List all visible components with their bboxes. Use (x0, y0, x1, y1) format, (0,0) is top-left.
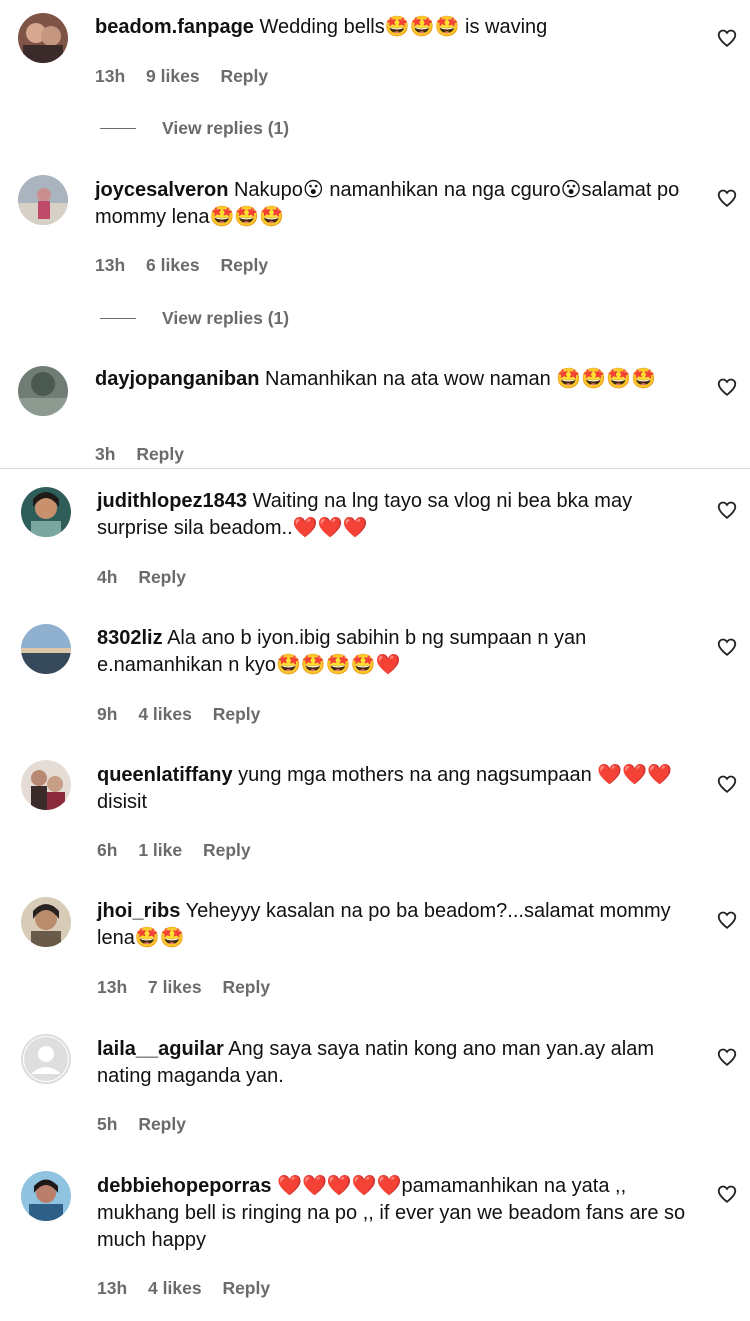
view-replies-line (100, 318, 136, 319)
comment-time: 4h (97, 567, 118, 587)
comment-meta: 9h 4 likes Reply (97, 704, 276, 725)
comment-meta: 13h 6 likes Reply (95, 255, 284, 276)
avatar[interactable] (18, 175, 68, 225)
comment-likes[interactable]: 4 likes (138, 704, 192, 724)
comment-username[interactable]: laila__aguilar (97, 1038, 224, 1060)
comment-text: 8302liz Ala ano b iyon.ibig sabihin b ng… (97, 625, 697, 679)
comment-text: dayjopanganiban Namanhikan na ata wow na… (95, 366, 695, 393)
person-silhouette-icon (21, 1034, 71, 1084)
heart-outline-icon[interactable] (716, 27, 738, 49)
comment-likes[interactable]: 4 likes (148, 1278, 202, 1298)
comment-meta: 3h Reply (95, 444, 200, 465)
avatar[interactable] (18, 366, 68, 416)
avatar[interactable] (21, 1034, 71, 1084)
view-replies-button[interactable]: View replies (1) (100, 308, 289, 329)
reply-button[interactable]: Reply (203, 840, 251, 860)
avatar[interactable] (21, 624, 71, 674)
heart-outline-icon[interactable] (716, 1046, 738, 1068)
comment-time: 3h (95, 444, 116, 464)
comment-body: Ala ano b iyon.ibig sabihin b ng sumpaan… (97, 627, 587, 676)
comment-time: 13h (95, 255, 126, 275)
avatar[interactable] (21, 1171, 71, 1221)
comment-text: jhoi_ribs Yeheyyy kasalan na po ba beado… (97, 898, 697, 952)
comment-meta: 13h 4 likes Reply (97, 1278, 286, 1299)
reply-button[interactable]: Reply (222, 977, 270, 997)
comment-username[interactable]: judithlopez1843 (97, 490, 247, 512)
avatar[interactable] (18, 13, 68, 63)
heart-outline-icon[interactable] (716, 909, 738, 931)
heart-outline-icon[interactable] (716, 1183, 738, 1205)
comment-username[interactable]: beadom.fanpage (95, 16, 254, 38)
heart-outline-icon[interactable] (716, 499, 738, 521)
reply-button[interactable]: Reply (138, 1114, 186, 1134)
comment-text: beadom.fanpage Wedding bells🤩🤩🤩 is wavin… (95, 14, 695, 41)
comment-meta: 4h Reply (97, 567, 202, 588)
comment-meta: 13h 7 likes Reply (97, 977, 286, 998)
view-replies-label: View replies (1) (162, 118, 290, 138)
comment-text: joycesalveron Nakupo😮 namanhikan na nga … (95, 177, 695, 231)
heart-outline-icon[interactable] (716, 636, 738, 658)
comment-likes[interactable]: 9 likes (146, 66, 200, 86)
comment-time: 5h (97, 1114, 118, 1134)
comment-likes[interactable]: 1 like (138, 840, 182, 860)
reply-button[interactable]: Reply (136, 444, 184, 464)
comment-username[interactable]: queenlatiffany (97, 764, 233, 786)
comment-username[interactable]: dayjopanganiban (95, 368, 259, 390)
comment-text: queenlatiffany yung mga mothers na ang n… (97, 762, 697, 816)
reply-button[interactable]: Reply (213, 704, 261, 724)
comment-body: Wedding bells🤩🤩🤩 is waving (259, 16, 548, 38)
avatar[interactable] (21, 487, 71, 537)
section-divider (0, 468, 750, 469)
comment-likes[interactable]: 6 likes (146, 255, 200, 275)
comment-text: judithlopez1843 Waiting na lng tayo sa v… (97, 488, 697, 542)
reply-button[interactable]: Reply (220, 66, 268, 86)
comment-body: Namanhikan na ata wow naman 🤩🤩🤩🤩 (265, 368, 656, 390)
comment-text: debbiehopeporras ❤️❤️❤️❤️❤️pamamanhikan … (97, 1173, 697, 1254)
comment-username[interactable]: debbiehopeporras (97, 1175, 271, 1197)
comment-meta: 13h 9 likes Reply (95, 66, 284, 87)
comment-meta: 6h 1 like Reply (97, 840, 267, 861)
comment-text: laila__aguilar Ang saya saya natin kong … (97, 1036, 697, 1090)
comment-username[interactable]: 8302liz (97, 627, 163, 649)
comment-username[interactable]: joycesalveron (95, 179, 228, 201)
comment-time: 13h (95, 66, 126, 86)
heart-outline-icon[interactable] (716, 773, 738, 795)
reply-button[interactable]: Reply (220, 255, 268, 275)
reply-button[interactable]: Reply (138, 567, 186, 587)
view-replies-line (100, 128, 136, 129)
comment-time: 6h (97, 840, 118, 860)
comment-meta: 5h Reply (97, 1114, 202, 1135)
heart-outline-icon[interactable] (716, 376, 738, 398)
comment-time: 13h (97, 977, 128, 997)
avatar[interactable] (21, 760, 71, 810)
comment-time: 13h (97, 1278, 128, 1298)
view-replies-label: View replies (1) (162, 308, 290, 328)
heart-outline-icon[interactable] (716, 187, 738, 209)
avatar[interactable] (21, 897, 71, 947)
view-replies-button[interactable]: View replies (1) (100, 118, 289, 139)
comment-username[interactable]: jhoi_ribs (97, 900, 180, 922)
comment-body: Yeheyyy kasalan na po ba beadom?...salam… (97, 900, 671, 949)
comment-likes[interactable]: 7 likes (148, 977, 202, 997)
comment-time: 9h (97, 704, 118, 724)
reply-button[interactable]: Reply (222, 1278, 270, 1298)
